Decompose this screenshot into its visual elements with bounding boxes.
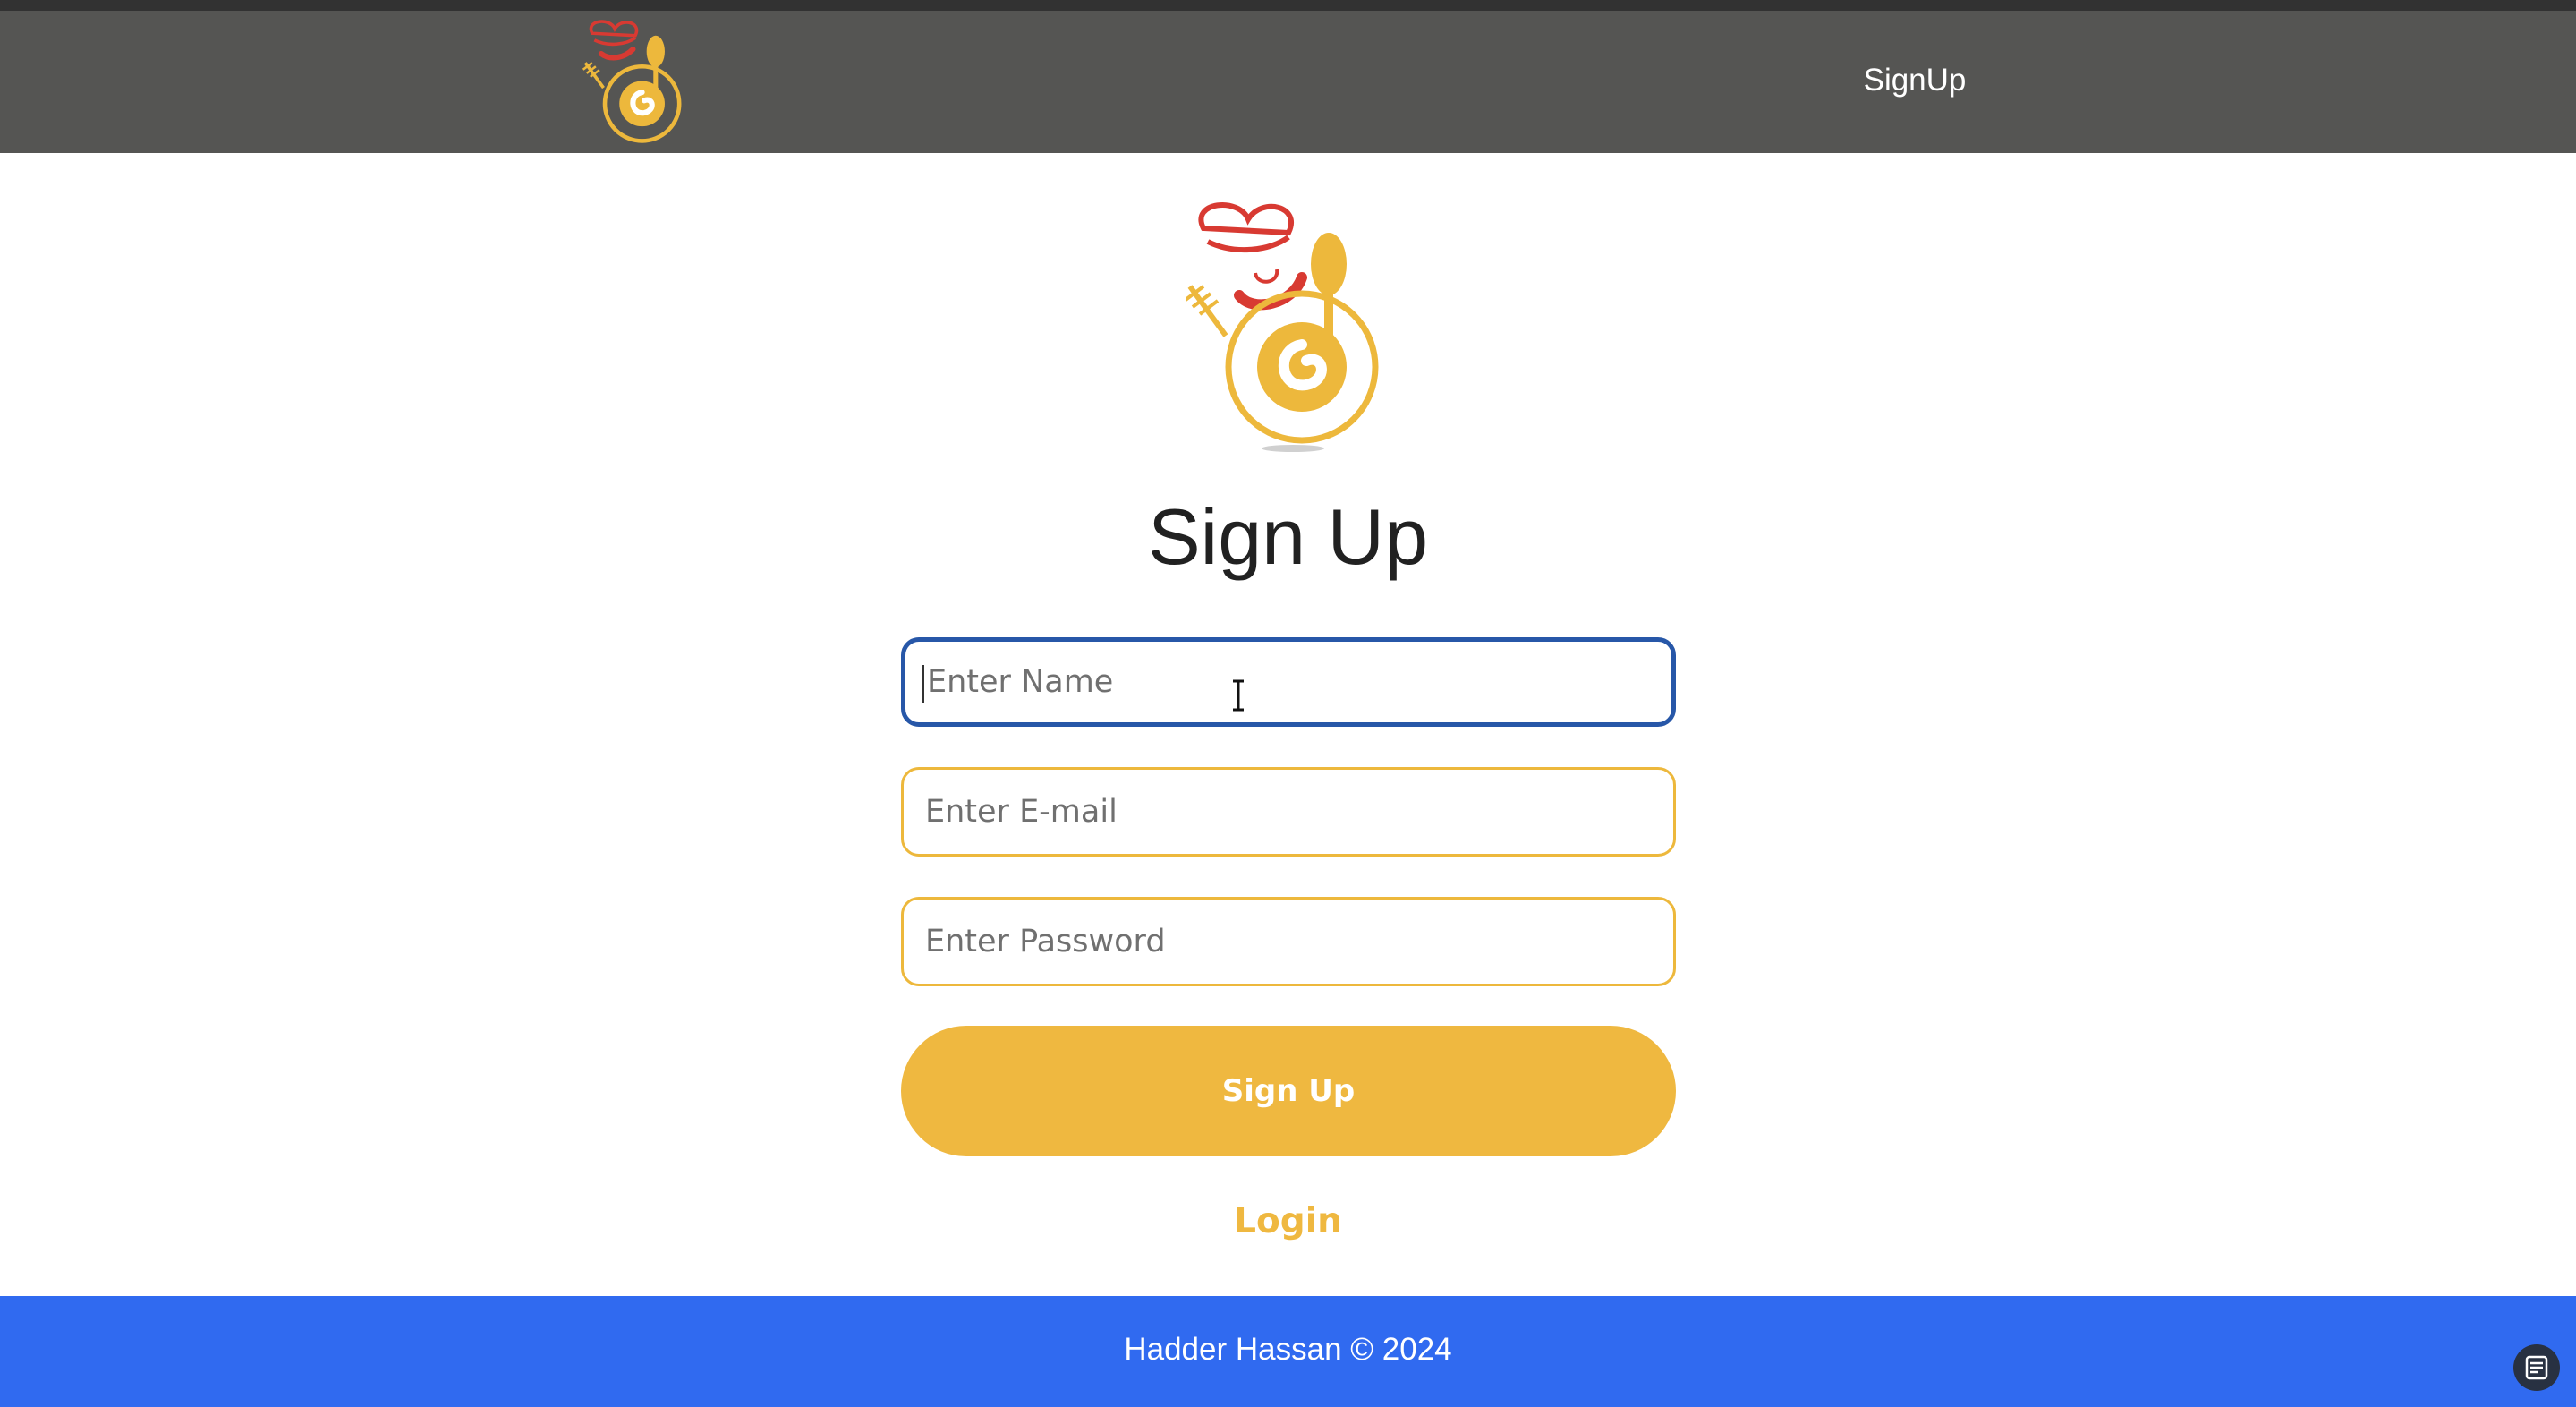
footer-copyright: Hadder Hassan © 2024 [1124,1332,1452,1367]
nav-signup-link[interactable]: SignUp [1825,63,2004,98]
ibeam-cursor-icon [1233,679,1244,712]
login-link[interactable]: Login [0,1201,2576,1241]
floating-action-button[interactable] [2513,1344,2560,1391]
text-caret [922,665,924,703]
name-input[interactable] [901,637,1676,727]
chef-logo-icon[interactable] [582,20,689,147]
chef-logo-icon [1186,202,1379,452]
password-input[interactable] [901,897,1676,986]
email-input[interactable] [901,767,1676,857]
signup-button[interactable]: Sign Up [901,1026,1676,1156]
browser-top-strip [0,0,2576,11]
navbar: SignUp [0,11,2576,153]
footer: Hadder Hassan © 2024 [0,1296,2576,1407]
document-icon [2525,1355,2548,1380]
page-title: Sign Up [1147,492,1429,581]
